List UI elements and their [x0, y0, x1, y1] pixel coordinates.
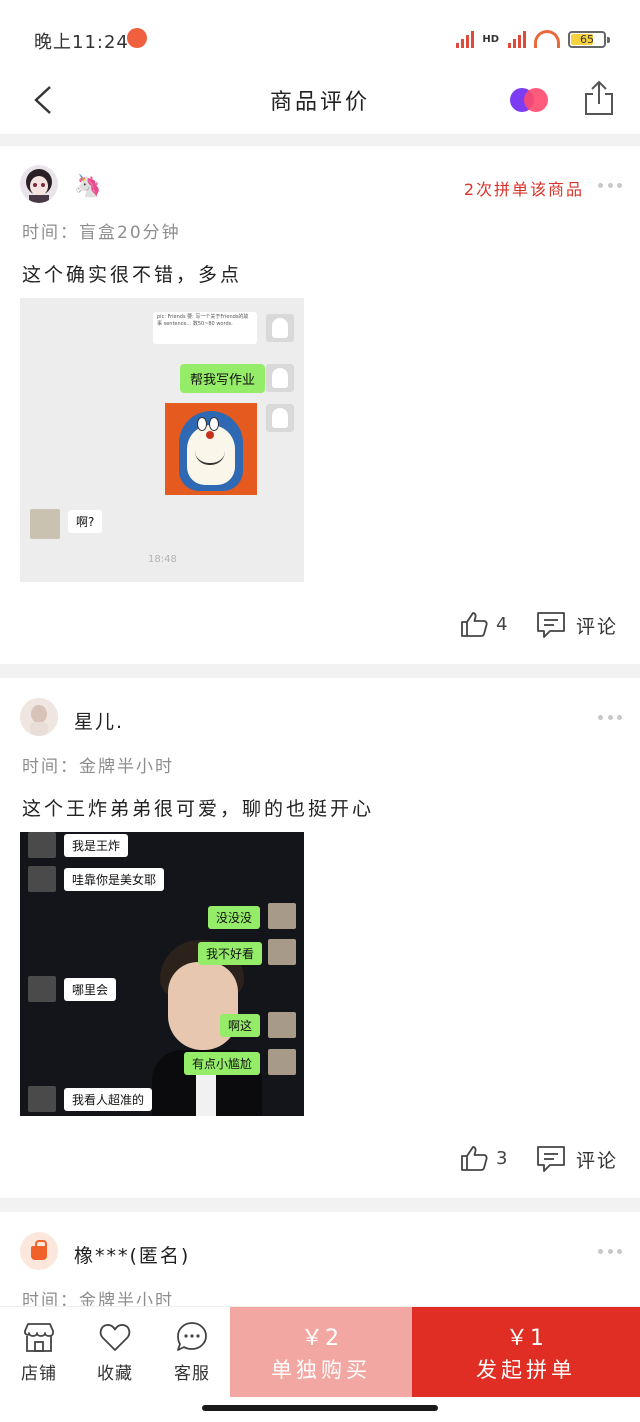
- review-card: 🦄 2次拼单该商品 时间：盲盒20分钟 这个确实很不错，多点 pic: Frie…: [0, 146, 640, 664]
- chat-avatar: [28, 832, 56, 858]
- chat-time: 18:48: [148, 554, 177, 565]
- chat-bubble-green: 帮我写作业: [180, 364, 266, 393]
- comment-label: 评论: [576, 615, 619, 638]
- review-time: 时间：盲盒20分钟: [22, 223, 181, 243]
- bottom-action-bar: 店铺 收藏 客服 ￥2 单独购买 ￥1 发起拼单: [0, 1306, 640, 1397]
- group-label: 发起拼单: [476, 1358, 576, 1382]
- chat-avatar: [28, 1086, 56, 1112]
- avatar[interactable]: [20, 165, 58, 203]
- chat-bubble: 哇靠你是美女耶: [64, 868, 165, 891]
- more-icon[interactable]: [598, 713, 622, 721]
- chat-bubble: 我是王炸: [64, 834, 129, 857]
- chat-avatar: [30, 509, 60, 539]
- status-bar: 晚上11:24 HD 65: [0, 0, 640, 70]
- section-divider: [0, 1198, 640, 1212]
- signal-icon: [456, 30, 475, 48]
- section-divider: [0, 134, 640, 146]
- network-label: HD: [482, 33, 499, 45]
- review-image[interactable]: 我是王炸 哇靠你是美女耶 没没没 我不好看 哪里会 啊这 有点小尴尬 我看人超准…: [20, 832, 304, 1116]
- username[interactable]: 橡***(匿名): [74, 1241, 190, 1268]
- chat-avatar: [268, 1049, 296, 1075]
- chat-bubble: 我看人超准的: [64, 1088, 153, 1111]
- review-image[interactable]: pic: Friends 要: 写一个关于Friends的故事 sentence…: [20, 298, 304, 582]
- ghost-avatar-icon: [266, 314, 294, 342]
- chat-avatar: [28, 976, 56, 1002]
- username-emoji: 🦄: [74, 174, 104, 199]
- like-count: 4: [496, 613, 508, 635]
- wifi-icon: [534, 30, 560, 48]
- service-label: 客服: [174, 1364, 210, 1384]
- review-card: 橡***(匿名) 时间：金牌半小时: [0, 1212, 640, 1311]
- status-icons: HD 65: [456, 28, 610, 50]
- chat-bubble-green: 没没没: [208, 906, 261, 929]
- chat-screenshot: 我是王炸 哇靠你是美女耶 没没没 我不好看 哪里会 啊这 有点小尴尬 我看人超准…: [20, 832, 304, 1116]
- like-button[interactable]: 4: [460, 611, 507, 637]
- heart-icon: [99, 1324, 131, 1351]
- service-button[interactable]: 客服: [162, 1321, 222, 1384]
- more-icon[interactable]: [598, 1247, 622, 1255]
- favorite-label: 收藏: [97, 1364, 133, 1384]
- favorite-button[interactable]: 收藏: [85, 1321, 145, 1384]
- chat-icon: [177, 1322, 207, 1351]
- chat-bubble: 哪里会: [64, 978, 117, 1001]
- chat-avatar: [28, 866, 56, 892]
- signal-icon-2: [508, 30, 526, 48]
- ghost-avatar-icon: [266, 404, 294, 432]
- single-price: ￥2: [301, 1326, 341, 1351]
- brand-circles-icon[interactable]: [509, 86, 549, 114]
- comment-label: 评论: [576, 1149, 619, 1172]
- comment-button[interactable]: 评论: [536, 1145, 618, 1173]
- shopping-bag-icon: [31, 1239, 47, 1260]
- order-tag: 2次拼单该商品: [463, 180, 584, 199]
- avatar[interactable]: [20, 1232, 58, 1270]
- nav-bar: 商品评价: [0, 70, 640, 132]
- review-text: 这个王炸弟弟很可爱，聊的也挺开心: [22, 798, 375, 820]
- chat-bubble-green: 啊这: [220, 1014, 261, 1037]
- chat-bubble: 啊?: [68, 510, 103, 533]
- battery-level: 65: [580, 32, 594, 46]
- buy-single-button[interactable]: ￥2 单独购买: [230, 1307, 412, 1397]
- chat-avatar: [268, 903, 296, 929]
- status-time: 晚上11:24: [34, 32, 129, 53]
- chat-screenshot: pic: Friends 要: 写一个关于Friends的故事 sentence…: [20, 298, 304, 582]
- start-group-buy-button[interactable]: ￥1 发起拼单: [412, 1307, 640, 1397]
- chat-avatar: [268, 939, 296, 965]
- like-button[interactable]: 3: [460, 1145, 507, 1171]
- single-label: 单独购买: [271, 1358, 371, 1382]
- chat-bubble-green: 我不好看: [198, 942, 263, 965]
- like-count: 3: [496, 1147, 508, 1169]
- store-icon: [24, 1323, 54, 1352]
- group-price: ￥1: [506, 1326, 546, 1351]
- chat-bubble: pic: Friends 要: 写一个关于Friends的故事 sentence…: [153, 312, 257, 344]
- ghost-avatar-icon: [266, 364, 294, 392]
- comment-button[interactable]: 评论: [536, 611, 618, 639]
- review-time: 时间：金牌半小时: [22, 757, 174, 777]
- chat-bubble-green: 有点小尴尬: [184, 1052, 261, 1075]
- store-button[interactable]: 店铺: [9, 1321, 69, 1384]
- thumbs-up-icon: [461, 612, 488, 637]
- section-divider: [0, 664, 640, 678]
- chat-avatar: [268, 1012, 296, 1038]
- thumbs-up-icon: [461, 1146, 488, 1171]
- comment-icon: [537, 1146, 565, 1172]
- doraemon-sticker: [165, 403, 257, 495]
- share-icon[interactable]: [583, 80, 615, 116]
- store-label: 店铺: [21, 1364, 57, 1384]
- battery-icon: 65: [568, 30, 610, 48]
- comment-icon: [537, 612, 565, 638]
- more-icon[interactable]: [598, 181, 622, 189]
- alarm-icon: [127, 28, 147, 48]
- home-indicator[interactable]: [202, 1405, 438, 1411]
- review-card: 星儿. 时间：金牌半小时 这个王炸弟弟很可爱，聊的也挺开心 我是王炸 哇靠你是美…: [0, 678, 640, 1198]
- review-text: 这个确实很不错，多点: [22, 264, 243, 286]
- avatar[interactable]: [20, 698, 58, 736]
- username[interactable]: 星儿.: [74, 707, 124, 734]
